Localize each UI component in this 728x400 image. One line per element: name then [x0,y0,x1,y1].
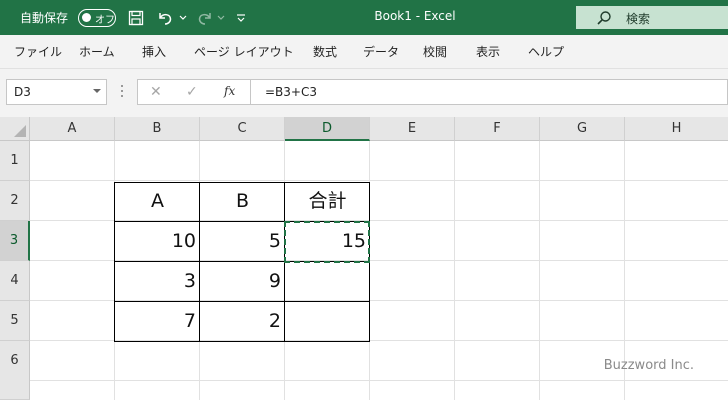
name-box[interactable]: D3 [6,79,107,105]
toggle-text: オフ [95,15,115,26]
name-box-dropdown-icon[interactable] [93,89,101,93]
search-box[interactable]: 検索 [576,6,728,29]
row-header-6[interactable]: 6 [0,341,30,400]
tab-review[interactable]: 校閲 [423,43,447,60]
title-bar: 自動保存 オフ Book1 - Excel 検索 [0,0,728,35]
gridline [30,380,728,381]
column-header-e[interactable]: E [370,117,455,141]
select-all-button[interactable] [0,117,30,141]
ribbon-tabs: ファイル ホーム 挿入 ページ レイアウト 数式 データ 校閲 表示 ヘルプ [0,35,728,69]
formula-buttons: ✕ ✓ fx [137,79,251,105]
column-header-f[interactable]: F [455,117,540,141]
autosave-toggle[interactable]: オフ [78,9,116,27]
tab-file[interactable]: ファイル [14,43,62,60]
cell-c5[interactable]: 2 [200,301,285,341]
autosave-label: 自動保存 [20,11,69,25]
column-header-d[interactable]: D [285,117,370,141]
search-placeholder: 検索 [626,12,651,26]
row-header-3[interactable]: 3 [0,221,30,261]
enter-icon[interactable]: ✓ [186,84,198,100]
row-header-4[interactable]: 4 [0,261,30,301]
redo-dropdown-icon[interactable] [216,8,226,27]
cell-c4[interactable]: 9 [200,261,285,301]
formula-input[interactable]: =B3+C3 [251,79,728,105]
cell-b3[interactable]: 10 [115,221,200,261]
tab-formulas[interactable]: 数式 [313,43,337,60]
tab-help[interactable]: ヘルプ [528,43,564,60]
window-title: Book1 - Excel [374,9,456,23]
redo-icon[interactable] [194,8,216,27]
insert-function-icon[interactable]: fx [224,84,235,98]
undo-dropdown-icon[interactable] [178,8,188,27]
copy-selection-marquee [284,221,370,263]
cell-b4[interactable]: 3 [115,261,200,301]
cell-b5[interactable]: 7 [115,301,200,341]
customize-quick-access-icon[interactable] [234,8,248,27]
cancel-icon[interactable]: ✕ [150,84,162,100]
cell-d2[interactable]: 合計 [285,181,370,221]
column-header-h[interactable]: H [625,117,728,141]
worksheet-grid[interactable]: A B C D E F G H 1 2 3 4 5 6 A B 合計 10 5 … [0,117,728,400]
formula-value: =B3+C3 [265,85,317,99]
formula-bar-grip-icon[interactable] [121,85,124,100]
row-header-1[interactable]: 1 [0,141,30,181]
tab-home[interactable]: ホーム [79,43,115,60]
tab-insert[interactable]: 挿入 [142,43,166,60]
cell-c2[interactable]: B [200,181,285,221]
search-icon [596,10,612,30]
tab-page-layout[interactable]: ページ レイアウト [194,43,294,60]
column-header-c[interactable]: C [200,117,285,141]
select-all-triangle-icon [14,125,26,137]
row-header-2[interactable]: 2 [0,181,30,221]
column-header-b[interactable]: B [115,117,200,141]
save-icon[interactable] [126,8,146,27]
cell-b2[interactable]: A [115,181,200,221]
tab-view[interactable]: 表示 [476,43,500,60]
column-header-g[interactable]: G [540,117,625,141]
watermark: Buzzword Inc. [603,358,694,373]
row-header-5[interactable]: 5 [0,301,30,341]
formula-bar: D3 ✕ ✓ fx =B3+C3 [0,69,728,117]
cell-c3[interactable]: 5 [200,221,285,261]
column-header-a[interactable]: A [30,117,115,141]
tab-data[interactable]: データ [363,43,399,60]
undo-icon[interactable] [154,8,176,27]
name-box-value: D3 [14,85,31,99]
toggle-knob [82,13,91,22]
